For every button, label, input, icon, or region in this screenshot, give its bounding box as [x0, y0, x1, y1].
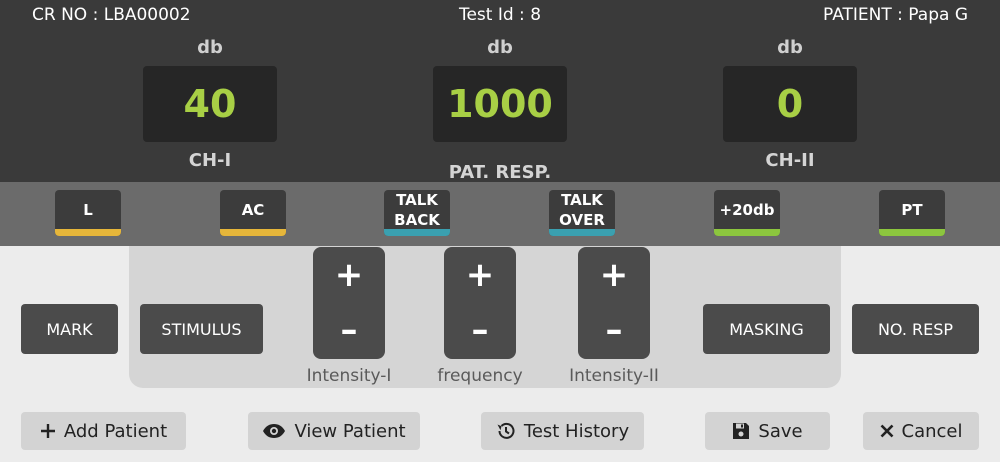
frequency-label: frequency	[437, 366, 523, 386]
eye-icon	[263, 424, 286, 438]
intensity-1-label: Intensity-I	[306, 366, 392, 386]
intensity-2-minus-button[interactable]: –	[578, 310, 650, 350]
mark-button[interactable]: MARK	[21, 304, 118, 354]
mode-plus20db-label: +20db	[719, 201, 775, 219]
no-response-button[interactable]: NO. RESP	[852, 304, 979, 354]
history-icon	[497, 422, 515, 439]
test-history-button[interactable]: Test History	[481, 412, 644, 450]
intensity-1-minus-button[interactable]: –	[313, 310, 385, 350]
pat-resp-value-display: 1000	[433, 66, 567, 142]
mode-plus20db-button[interactable]: +20db	[714, 190, 780, 236]
view-patient-button[interactable]: View Patient	[248, 412, 420, 450]
ch1-unit: db	[197, 37, 223, 58]
mode-ac-button[interactable]: AC	[220, 190, 286, 236]
mode-plus20db-indicator	[714, 229, 780, 236]
frequency-minus-button[interactable]: –	[444, 310, 516, 350]
add-patient-label: Add Patient	[63, 420, 168, 442]
patient-name: PATIENT : Papa G	[823, 5, 968, 25]
ch1-label: CH-I	[188, 150, 232, 171]
mode-l-indicator	[55, 229, 121, 236]
mode-pt-button[interactable]: PT	[879, 190, 945, 236]
talk-over-line-2: OVER	[559, 211, 605, 229]
mode-talk-back-indicator	[384, 229, 450, 236]
mode-ac-indicator	[220, 229, 286, 236]
talk-back-line-2: BACK	[394, 211, 440, 229]
ch2-value-display: 0	[723, 66, 857, 142]
ch1-value-display: 40	[143, 66, 277, 142]
pat-resp-label: PAT. RESP.	[448, 162, 552, 183]
mode-pt-indicator	[879, 229, 945, 236]
save-button[interactable]: Save	[705, 412, 830, 450]
intensity-2-plus-button[interactable]: +	[578, 255, 650, 295]
mode-talk-over-button[interactable]: TALK OVER	[549, 190, 615, 236]
display-panel: CR NO : LBA00002 Test Id : 8 PATIENT : P…	[0, 0, 1000, 183]
masking-button[interactable]: MASKING	[703, 304, 830, 354]
ch2-unit: db	[777, 37, 803, 58]
talk-back-line-1: TALK	[396, 191, 438, 209]
mode-l-label: L	[83, 201, 93, 219]
mode-talk-over-indicator	[549, 229, 615, 236]
plus-icon	[40, 424, 55, 438]
talk-over-line-1: TALK	[561, 191, 603, 209]
test-history-label: Test History	[523, 420, 630, 442]
add-patient-button[interactable]: Add Patient	[21, 412, 186, 450]
intensity-1-plus-button[interactable]: +	[313, 255, 385, 295]
intensity-2-stepper: + –	[578, 247, 650, 359]
mode-talk-back-label: TALK BACK	[394, 190, 440, 230]
mode-l-button[interactable]: L	[55, 190, 121, 236]
frequency-stepper: + –	[444, 247, 516, 359]
mode-bar: L AC TALK BACK TALK OVER +20db PT	[0, 182, 1000, 246]
frequency-plus-button[interactable]: +	[444, 255, 516, 295]
cancel-button[interactable]: Cancel	[863, 412, 979, 450]
intensity-1-stepper: + –	[313, 247, 385, 359]
mode-ac-label: AC	[241, 201, 265, 219]
stimulus-button[interactable]: STIMULUS	[140, 304, 263, 354]
pat-resp-unit: db	[487, 37, 513, 58]
view-patient-label: View Patient	[294, 420, 406, 442]
mode-talk-back-button[interactable]: TALK BACK	[384, 190, 450, 236]
mode-talk-over-label: TALK OVER	[559, 190, 605, 230]
close-icon	[880, 424, 893, 438]
intensity-2-label: Intensity-II	[569, 366, 659, 386]
ch2-label: CH-II	[765, 150, 815, 171]
mode-pt-label: PT	[901, 201, 923, 219]
cancel-label: Cancel	[901, 420, 963, 442]
floppy-disk-icon	[733, 423, 750, 439]
save-label: Save	[758, 420, 803, 442]
